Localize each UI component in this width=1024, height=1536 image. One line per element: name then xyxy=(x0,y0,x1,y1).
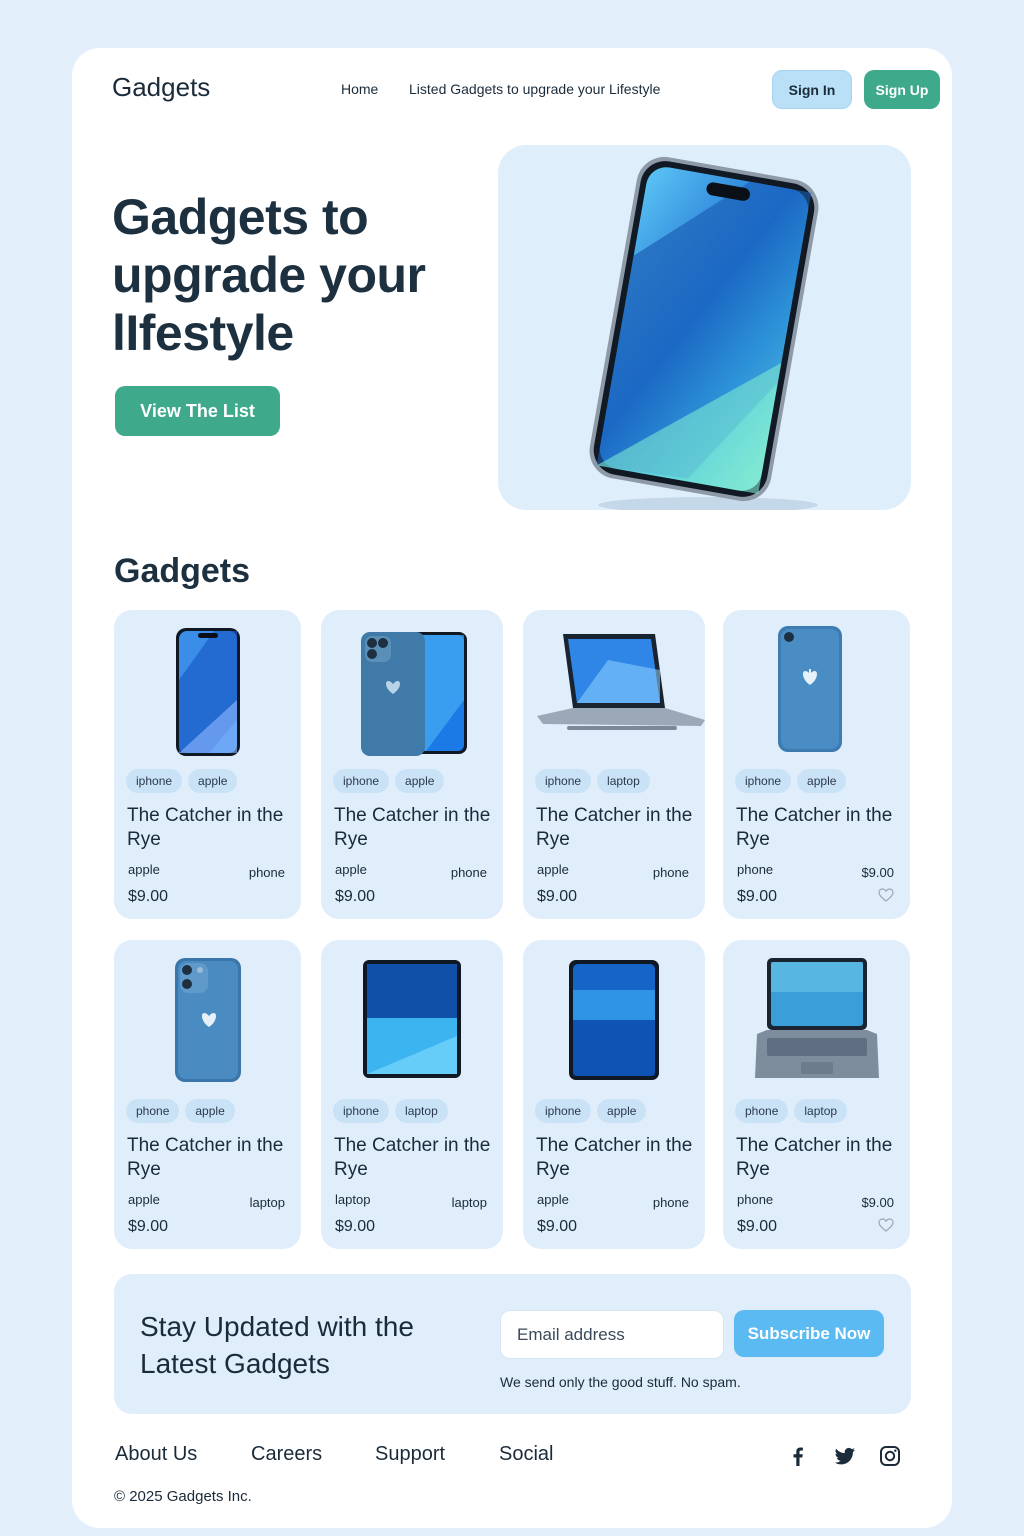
sign-in-button[interactable]: Sign In xyxy=(772,70,852,109)
tag-chip[interactable]: apple xyxy=(395,769,445,793)
newsletter-title: Stay Updated with the Latest Gadgets xyxy=(140,1311,414,1379)
hero-title: Gadgets to upgrade your lIfestyle xyxy=(112,189,426,361)
tag-list: iphone apple xyxy=(735,769,847,793)
product-brand: apple xyxy=(335,862,367,877)
brand-logo[interactable]: Gadgets xyxy=(112,72,210,103)
product-card[interactable]: phone apple The Catcher in the Rye apple… xyxy=(114,940,301,1249)
product-brand: laptop xyxy=(335,1192,371,1207)
product-title[interactable]: The Catcher in the Rye xyxy=(127,804,287,852)
product-card[interactable]: iphone apple The Catcher in the Rye appl… xyxy=(523,940,705,1249)
tag-chip[interactable]: phone xyxy=(126,1099,180,1123)
product-price: $9.00 xyxy=(737,888,778,905)
product-title[interactable]: The Catcher in the Rye xyxy=(334,804,494,852)
tablet-portrait-icon xyxy=(569,960,659,1080)
footer-social-link[interactable]: Social xyxy=(499,1443,553,1466)
tag-chip[interactable]: phone xyxy=(735,1099,789,1123)
footer-support-link[interactable]: Support xyxy=(375,1443,445,1466)
product-category: phone xyxy=(248,865,285,880)
product-price: $9.00 xyxy=(335,888,376,905)
tag-chip[interactable]: apple xyxy=(185,1099,235,1123)
product-price: $9.00 xyxy=(128,888,169,905)
view-list-button[interactable]: View The List xyxy=(115,386,280,436)
heart-icon[interactable] xyxy=(878,1218,894,1232)
tag-chip[interactable]: iphone xyxy=(333,1099,390,1123)
product-price: $9.00 xyxy=(537,888,578,905)
product-card[interactable]: iphone apple The Catcher in the Rye appl… xyxy=(321,610,503,919)
laptop-icon xyxy=(755,958,879,1078)
iphone-back-icon xyxy=(778,626,842,752)
hero-image-card xyxy=(498,145,911,510)
product-brand: phone xyxy=(737,1192,774,1207)
tag-chip[interactable]: apple xyxy=(797,769,847,793)
twitter-icon[interactable] xyxy=(833,1444,857,1468)
tag-list: iphone apple xyxy=(333,769,445,793)
tag-list: iphone laptop xyxy=(333,1099,448,1123)
product-price: $9.00 xyxy=(128,1218,169,1235)
subscribe-button[interactable]: Subscribe Now xyxy=(734,1310,884,1357)
product-title[interactable]: The Catcher in the Rye xyxy=(536,1134,696,1182)
tag-chip[interactable]: iphone xyxy=(535,769,592,793)
product-price: $9.00 xyxy=(335,1218,376,1235)
product-category: $9.00 xyxy=(861,1195,894,1210)
tag-list: iphone apple xyxy=(535,1099,647,1123)
tablet-icon xyxy=(363,960,461,1078)
product-card[interactable]: iphone apple The Catcher in the Rye phon… xyxy=(723,610,910,919)
tag-list: phone laptop xyxy=(735,1099,848,1123)
product-brand: phone xyxy=(737,862,774,877)
product-brand: apple xyxy=(128,1192,160,1207)
footer-about-link[interactable]: About Us xyxy=(115,1443,197,1466)
product-category: laptop xyxy=(249,1195,285,1210)
tag-chip[interactable]: iphone xyxy=(333,769,390,793)
tag-chip[interactable]: iphone xyxy=(735,769,792,793)
tag-chip[interactable]: laptop xyxy=(794,1099,848,1123)
copyright-text: © 2025 Gadgets Inc. xyxy=(114,1488,252,1505)
tag-chip[interactable]: iphone xyxy=(126,769,183,793)
facebook-icon[interactable] xyxy=(786,1444,810,1468)
tag-list: phone apple xyxy=(126,1099,235,1123)
hero-phone-image xyxy=(589,156,819,510)
tag-chip[interactable]: apple xyxy=(597,1099,647,1123)
footer-careers-link[interactable]: Careers xyxy=(251,1443,322,1466)
product-brand: apple xyxy=(537,862,569,877)
nav-listed-gadgets[interactable]: Listed Gadgets to upgrade your Lifestyle xyxy=(409,81,660,97)
iphone-front-icon xyxy=(176,628,240,756)
instagram-icon[interactable] xyxy=(878,1444,902,1468)
tag-chip[interactable]: iphone xyxy=(535,1099,592,1123)
tag-list: iphone laptop xyxy=(535,769,650,793)
product-title[interactable]: The Catcher in the Rye xyxy=(536,804,696,852)
tag-list: iphone apple xyxy=(126,769,238,793)
email-input[interactable] xyxy=(500,1310,724,1359)
product-category: laptop xyxy=(451,1195,487,1210)
product-title[interactable]: The Catcher in the Rye xyxy=(334,1134,494,1182)
laptop-open-icon xyxy=(537,634,705,730)
newsletter-panel: Stay Updated with the Latest Gadgets Sub… xyxy=(114,1274,911,1414)
heart-icon[interactable] xyxy=(878,888,894,902)
product-category: phone xyxy=(652,1195,689,1210)
tag-chip[interactable]: laptop xyxy=(597,769,650,793)
product-category: phone xyxy=(652,865,689,880)
product-title[interactable]: The Catcher in the Rye xyxy=(127,1134,287,1182)
gadgets-section-title: Gadgets xyxy=(114,552,251,590)
newsletter-note: We send only the good stuff. No spam. xyxy=(500,1374,741,1390)
sign-up-button[interactable]: Sign Up xyxy=(864,70,940,109)
product-card[interactable]: iphone apple The Catcher in the Rye appl… xyxy=(114,610,301,919)
page-container: Gadgets Home Listed Gadgets to upgrade y… xyxy=(72,48,952,1528)
tag-chip[interactable]: laptop xyxy=(395,1099,448,1123)
product-price: $9.00 xyxy=(537,1218,578,1235)
product-card[interactable]: iphone laptop The Catcher in the Rye lap… xyxy=(321,940,503,1249)
nav-home[interactable]: Home xyxy=(341,81,378,97)
iphone-pair-icon xyxy=(361,632,467,756)
product-brand: apple xyxy=(128,862,160,877)
product-title[interactable]: The Catcher in the Rye xyxy=(736,804,896,852)
tag-chip[interactable]: apple xyxy=(188,769,238,793)
product-price: $9.00 xyxy=(737,1218,778,1235)
product-brand: apple xyxy=(537,1192,569,1207)
product-category: phone xyxy=(450,865,487,880)
product-card[interactable]: iphone laptop The Catcher in the Rye app… xyxy=(523,610,705,919)
iphone-back-dual-icon xyxy=(175,958,241,1082)
product-title[interactable]: The Catcher in the Rye xyxy=(736,1134,896,1182)
product-category: $9.00 xyxy=(861,865,894,880)
product-card[interactable]: phone laptop The Catcher in the Rye phon… xyxy=(723,940,910,1249)
